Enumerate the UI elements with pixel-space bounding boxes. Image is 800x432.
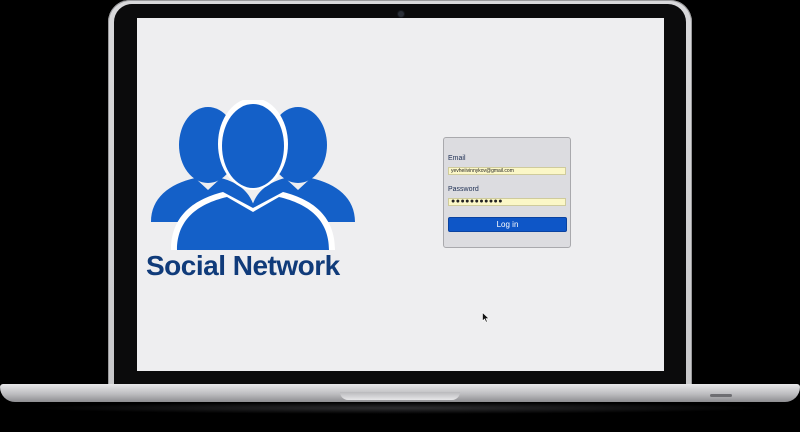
laptop-base-vent <box>710 394 732 397</box>
screen: Social Network Email yevheiivinnykov@gma… <box>137 18 664 371</box>
users-group-icon <box>151 100 355 250</box>
password-field[interactable]: ●●●●●●●●●●● <box>448 198 566 206</box>
login-button[interactable]: Log in <box>448 217 567 232</box>
email-label: Email <box>448 155 466 162</box>
email-field[interactable]: yevheiivinnykov@gmail.com <box>448 167 566 175</box>
brand-title: Social Network <box>146 250 340 281</box>
laptop-hinge-notch <box>340 392 460 400</box>
password-label: Password <box>448 186 479 193</box>
mouse-pointer-icon <box>482 312 490 323</box>
camera-dot-icon <box>398 11 404 17</box>
login-card: Email yevheiivinnykov@gmail.com Password… <box>443 137 571 248</box>
laptop-shadow <box>30 402 770 414</box>
